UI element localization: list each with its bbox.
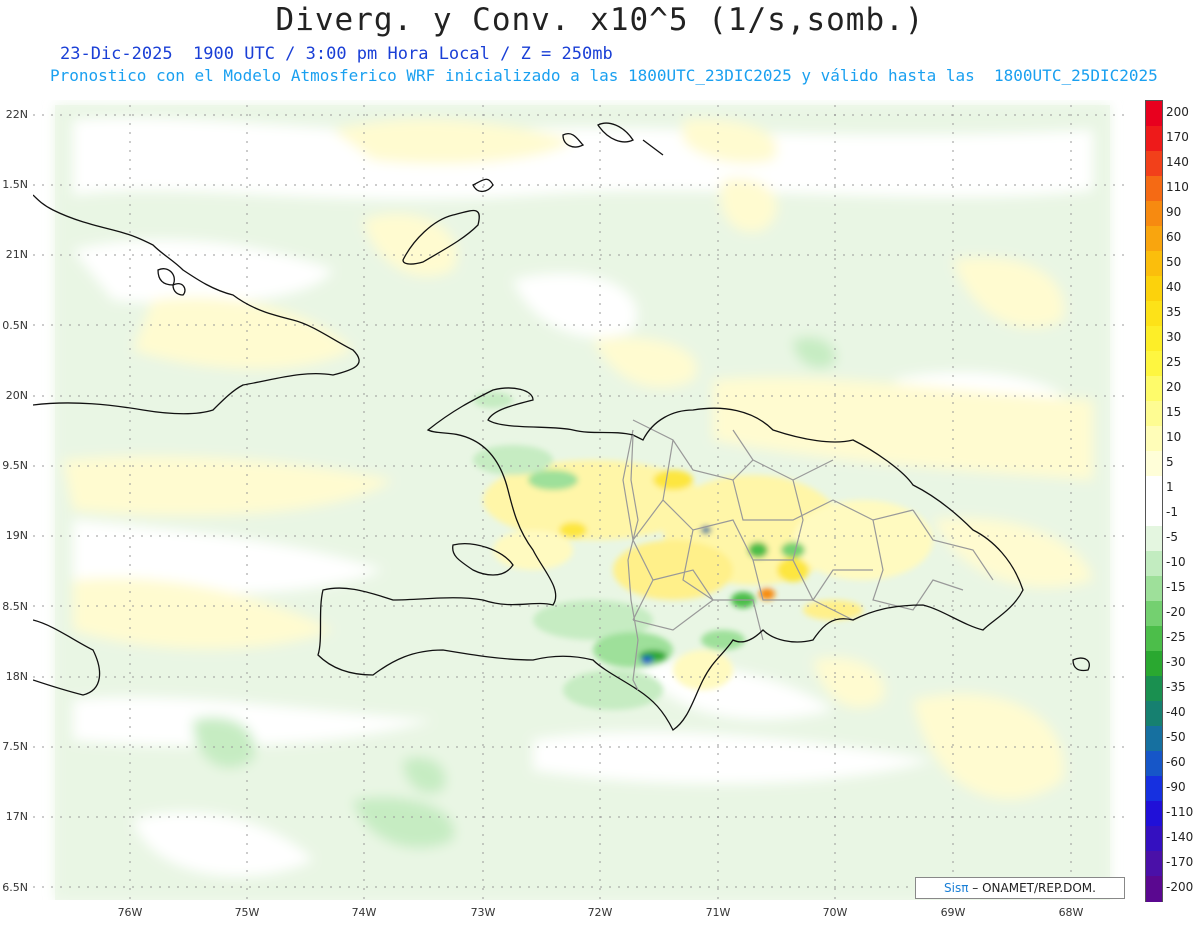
colorbar [1145,100,1163,902]
lat-tick: 6.5N [2,881,28,894]
colorbar-label: -90 [1166,779,1186,794]
colorbar-label: 40 [1166,279,1182,294]
colorbar-label: 5 [1166,454,1174,469]
lat-tick: 17N [5,810,28,823]
lon-tick: 69W [940,906,966,919]
colorbar-swatch [1146,701,1162,727]
colorbar-label: -200 [1166,879,1194,894]
colorbar-label: -15 [1166,579,1186,594]
colorbar-swatch [1146,651,1162,677]
valid-time-subtitle: 23-Dic-2025 1900 UTC / 3:00 pm Hora Loca… [60,44,613,64]
credit-box: Sisπ – ONAMET/REP.DOM. [915,877,1125,899]
colorbar-label: 30 [1166,329,1182,344]
colorbar-swatch [1146,226,1162,252]
lat-tick: 1.5N [2,178,28,191]
lat-tick: 7.5N [2,740,28,753]
lon-tick: 76W [117,906,143,919]
lat-tick: 19N [5,529,28,542]
colorbar-swatch [1146,601,1162,627]
colorbar-swatch [1146,326,1162,352]
colorbar-swatch [1146,801,1162,827]
colorbar-swatch [1146,251,1162,277]
colorbar-swatch [1146,451,1162,477]
colorbar-label: 20 [1166,379,1182,394]
colorbar-swatch [1146,726,1162,752]
colorbar-swatch [1146,551,1162,577]
colorbar-swatch [1146,126,1162,152]
lon-tick: 74W [351,906,377,919]
colorbar-label: -50 [1166,729,1186,744]
colorbar-swatch [1146,151,1162,177]
colorbar-swatch [1146,851,1162,877]
lat-tick: 9.5N [2,459,28,472]
lon-tick: 73W [470,906,496,919]
colorbar-label: -60 [1166,754,1186,769]
lat-tick: 18N [5,670,28,683]
lat-tick: 21N [5,248,28,261]
colorbar-swatch [1146,751,1162,777]
colorbar-label: -40 [1166,704,1186,719]
colorbar-swatch [1146,101,1162,127]
colorbar-swatch [1146,526,1162,552]
colorbar-label: -30 [1166,654,1186,669]
colorbar-label: -110 [1166,804,1194,819]
lat-tick: 20N [5,389,28,402]
colorbar-label: 35 [1166,304,1182,319]
map-title: Diverg. y Conv. x10^5 (1/s,somb.) [275,2,925,38]
colorbar-swatch [1146,426,1162,452]
lat-tick: 0.5N [2,319,28,332]
colorbar-label: -170 [1166,854,1194,869]
colorbar-swatch [1146,301,1162,327]
colorbar-label: -20 [1166,604,1186,619]
colorbar-swatch [1146,276,1162,302]
colorbar-label: 110 [1166,179,1189,194]
colorbar-label: 1 [1166,479,1174,494]
lat-tick: 8.5N [2,600,28,613]
colorbar-swatch [1146,826,1162,852]
colorbar-label: 10 [1166,429,1182,444]
lon-tick: 75W [234,906,260,919]
colorbar-swatch [1146,351,1162,377]
colorbar-label: 60 [1166,229,1182,244]
colorbar-swatch [1146,201,1162,227]
colorbar-swatch [1146,476,1162,502]
colorbar-swatch [1146,501,1162,527]
lon-tick: 71W [705,906,731,919]
model-run-subtitle: Pronostico con el Modelo Atmosferico WRF… [50,66,1158,85]
colorbar-label: -25 [1166,629,1186,644]
colorbar-swatch [1146,576,1162,602]
credit-logo: Sisπ [944,881,969,895]
credit-text: – ONAMET/REP.DOM. [968,881,1096,895]
colorbar-swatch [1146,626,1162,652]
colorbar-label: 15 [1166,404,1182,419]
colorbar-label: 25 [1166,354,1182,369]
divergence-map [33,100,1125,900]
colorbar-label: -35 [1166,679,1186,694]
colorbar-label: 170 [1166,129,1189,144]
lon-tick: 72W [587,906,613,919]
colorbar-label: 90 [1166,204,1182,219]
lon-tick: 68W [1058,906,1084,919]
colorbar-swatch [1146,676,1162,702]
colorbar-label: -5 [1166,529,1178,544]
colorbar-label: 50 [1166,254,1182,269]
colorbar-swatch [1146,876,1162,902]
colorbar-label: -140 [1166,829,1194,844]
lon-tick: 70W [822,906,848,919]
colorbar-label: 200 [1166,104,1189,119]
colorbar-swatch [1146,376,1162,402]
colorbar-label: 140 [1166,154,1189,169]
colorbar-swatch [1146,776,1162,802]
colorbar-label: -10 [1166,554,1186,569]
colorbar-swatch [1146,176,1162,202]
colorbar-label: -1 [1166,504,1178,519]
lat-tick: 22N [5,108,28,121]
colorbar-swatch [1146,401,1162,427]
